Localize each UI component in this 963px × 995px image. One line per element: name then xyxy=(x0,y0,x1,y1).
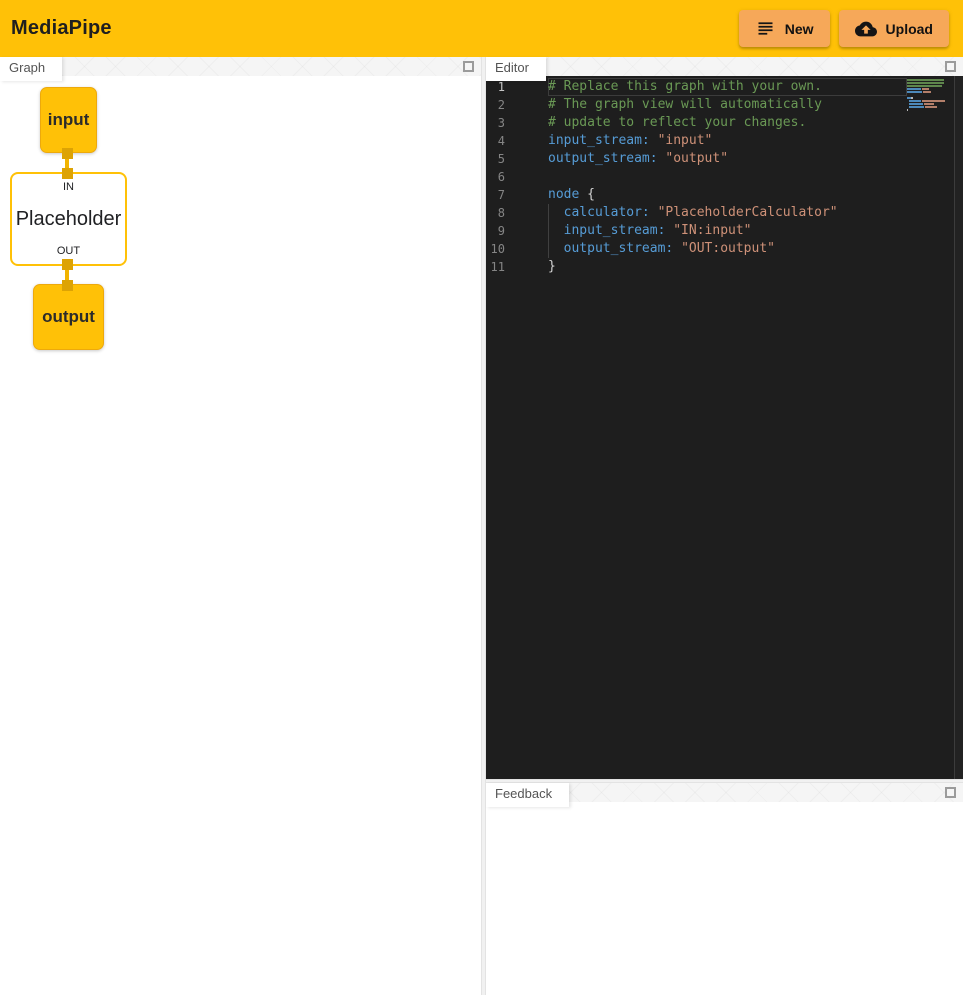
line-number: 2 xyxy=(486,96,505,114)
input-port xyxy=(62,280,73,291)
tab-editor[interactable]: Editor xyxy=(486,57,546,81)
code-line[interactable]: 2 # The graph view will automatically xyxy=(486,96,907,114)
editor-scrollbar[interactable] xyxy=(954,76,963,779)
graph-node-output[interactable]: output xyxy=(33,284,104,350)
new-button[interactable]: New xyxy=(739,10,830,47)
code-line[interactable]: 8 calculator: "PlaceholderCalculator" xyxy=(486,204,907,222)
maximize-icon[interactable] xyxy=(945,787,956,798)
minimap-row xyxy=(907,106,945,108)
line-number: 6 xyxy=(486,168,505,186)
minimap-row xyxy=(907,85,945,87)
line-content[interactable] xyxy=(548,168,907,186)
code-line[interactable]: 7 node { xyxy=(486,186,907,204)
app-title: MediaPipe xyxy=(11,17,112,40)
header-actions: New Upload xyxy=(739,10,949,47)
minimap-row xyxy=(907,82,945,84)
upload-button[interactable]: Upload xyxy=(839,10,949,47)
new-button-label: New xyxy=(785,21,814,37)
minimap-row xyxy=(907,91,945,93)
subject-icon xyxy=(755,18,776,39)
code-line[interactable]: 9 input_stream: "IN:input" xyxy=(486,222,907,240)
minimap-row xyxy=(907,97,945,99)
tab-graph-label: Graph xyxy=(9,60,45,75)
input-port xyxy=(62,168,73,179)
minimap-row xyxy=(907,79,945,81)
main-layout: Graph input IN Placeholder OUT xyxy=(0,57,963,995)
app-header: MediaPipe New Upload xyxy=(0,0,963,57)
line-content[interactable]: node { xyxy=(548,186,907,204)
tab-feedback[interactable]: Feedback xyxy=(486,783,569,807)
line-content[interactable]: calculator: "PlaceholderCalculator" xyxy=(548,204,907,222)
right-column: Editor 1# Replace this graph with your o… xyxy=(486,57,963,995)
line-content[interactable]: output_stream: "output" xyxy=(548,150,907,168)
line-content[interactable]: # The graph view will automatically xyxy=(548,96,907,114)
graph-node-input[interactable]: input xyxy=(40,87,97,153)
editor-panel-header: Editor xyxy=(486,57,963,76)
code-line[interactable]: 1# Replace this graph with your own. xyxy=(486,78,907,96)
editor-code[interactable]: 1# Replace this graph with your own.2 # T… xyxy=(486,78,907,276)
code-line[interactable]: 6 xyxy=(486,168,907,186)
upload-button-label: Upload xyxy=(886,21,933,37)
line-number: 7 xyxy=(486,186,505,204)
line-content[interactable]: input_stream: "input" xyxy=(548,132,907,150)
line-content[interactable]: # update to reflect your changes. xyxy=(548,114,907,132)
mediapipe-visualizer-app: MediaPipe New Upload Graph xyxy=(0,0,963,995)
feedback-panel-header: Feedback xyxy=(486,783,963,802)
cloud-upload-icon xyxy=(855,18,877,40)
minimap-row xyxy=(907,109,945,111)
calculator-title: Placeholder xyxy=(16,208,122,231)
graph-canvas[interactable]: input IN Placeholder OUT output xyxy=(0,76,481,995)
tab-editor-label: Editor xyxy=(495,60,529,75)
graph-panel-header: Graph xyxy=(0,57,481,76)
line-content[interactable]: input_stream: "IN:input" xyxy=(548,222,907,240)
feedback-panel: Feedback xyxy=(486,783,963,995)
graph-node-output-label: output xyxy=(42,307,95,327)
tab-feedback-label: Feedback xyxy=(495,786,552,801)
graph-node-input-label: input xyxy=(48,110,90,130)
minimap-row xyxy=(907,88,945,90)
calculator-in-label: IN xyxy=(63,181,74,193)
graph-node-placeholder[interactable]: IN Placeholder OUT xyxy=(10,172,127,266)
line-number: 8 xyxy=(486,204,505,222)
editor-content: 1# Replace this graph with your own.2 # T… xyxy=(486,76,963,779)
line-number: 10 xyxy=(486,240,505,258)
minimap[interactable] xyxy=(907,79,945,112)
line-number: 5 xyxy=(486,150,505,168)
minimap-row xyxy=(907,100,945,102)
maximize-icon[interactable] xyxy=(463,61,474,72)
tab-graph[interactable]: Graph xyxy=(0,57,62,81)
line-number: 4 xyxy=(486,132,505,150)
maximize-icon[interactable] xyxy=(945,61,956,72)
minimap-row xyxy=(907,94,945,96)
code-line[interactable]: 4 input_stream: "input" xyxy=(486,132,907,150)
calculator-out-label: OUT xyxy=(57,245,80,257)
line-content[interactable]: # Replace this graph with your own. xyxy=(548,78,907,96)
code-line[interactable]: 5 output_stream: "output" xyxy=(486,150,907,168)
code-line[interactable]: 10 output_stream: "OUT:output" xyxy=(486,240,907,258)
editor-panel: Editor 1# Replace this graph with your o… xyxy=(486,57,963,779)
minimap-row xyxy=(907,103,945,105)
line-content[interactable]: output_stream: "OUT:output" xyxy=(548,240,907,258)
line-number: 11 xyxy=(486,258,505,276)
line-number: 9 xyxy=(486,222,505,240)
line-content[interactable]: } xyxy=(548,258,907,276)
output-port xyxy=(62,148,73,159)
line-number: 3 xyxy=(486,114,505,132)
output-port xyxy=(62,259,73,270)
feedback-content xyxy=(486,802,963,995)
code-line[interactable]: 3 # update to reflect your changes. xyxy=(486,114,907,132)
graph-panel: Graph input IN Placeholder OUT xyxy=(0,57,481,995)
code-line[interactable]: 11} xyxy=(486,258,907,276)
